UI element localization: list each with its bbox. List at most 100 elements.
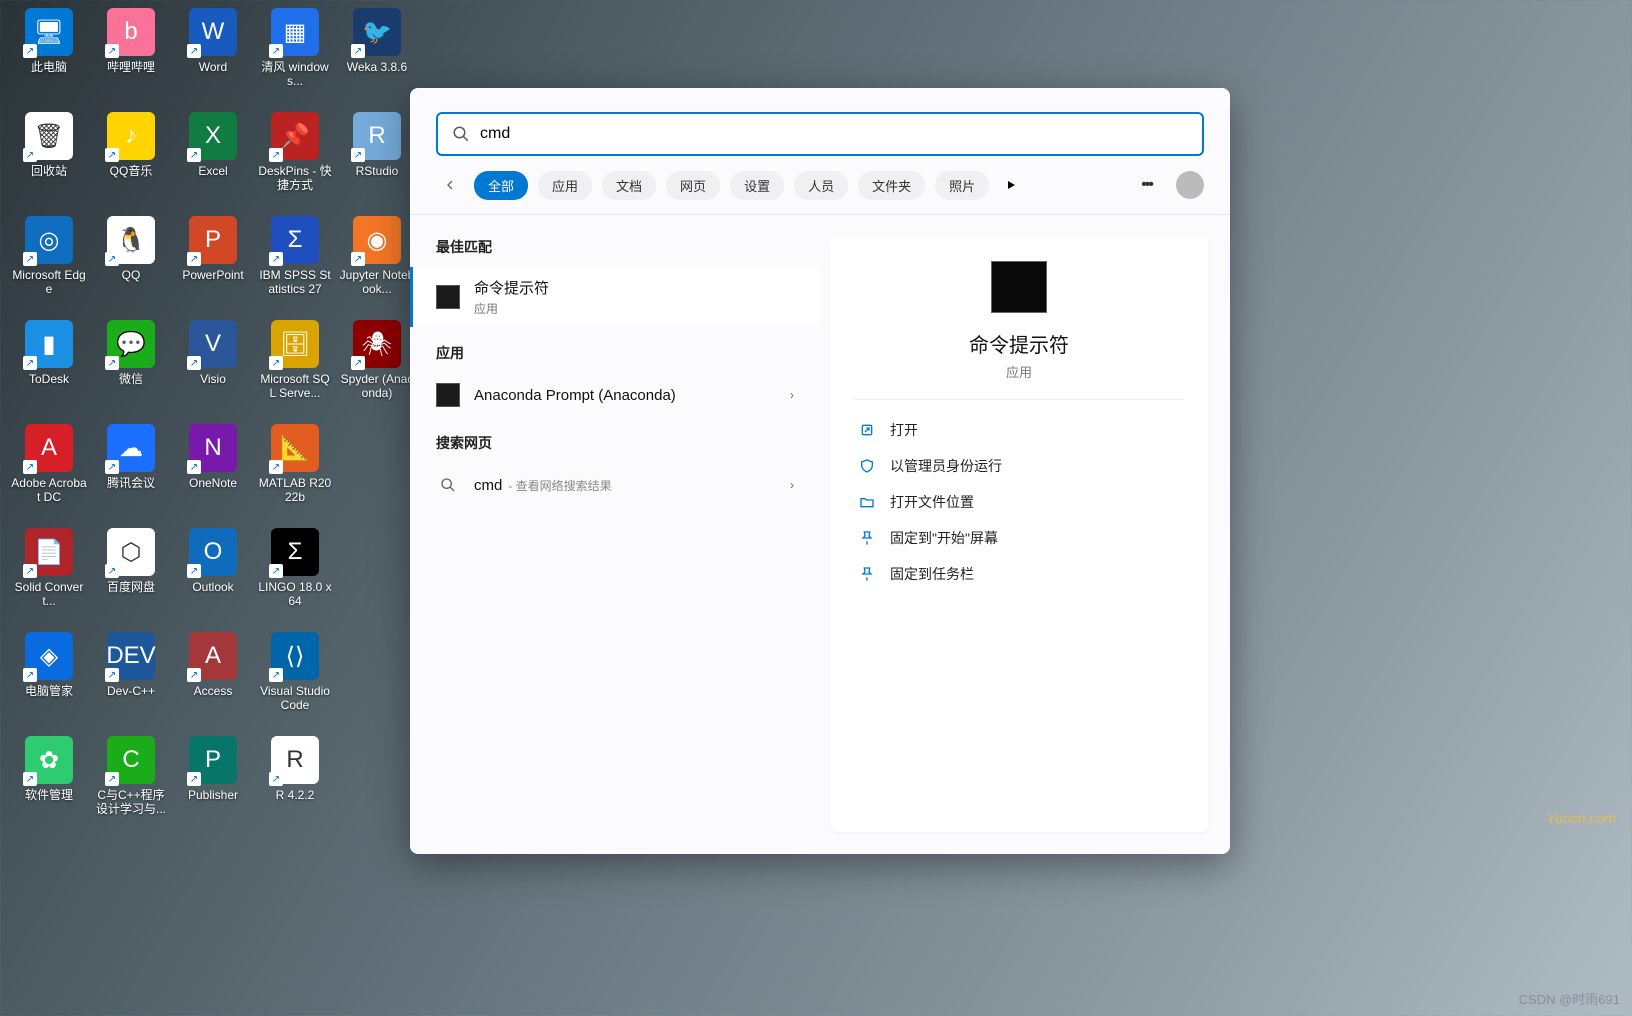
result-best-match[interactable]: 命令提示符 应用 [410, 267, 820, 327]
app-icon: 🕷 [353, 320, 401, 368]
back-button[interactable] [436, 171, 464, 199]
action-label: 固定到"开始"屏幕 [890, 528, 998, 548]
app-icon: ✿ [25, 736, 73, 784]
result-app-anaconda[interactable]: Anaconda Prompt (Anaconda) › [410, 373, 820, 417]
preview-actions: 打开以管理员身份运行打开文件位置固定到"开始"屏幕固定到任务栏 [854, 399, 1184, 592]
search-tabs: 全部应用文档网页设置人员文件夹照片 ••• [410, 170, 1230, 215]
results-column: 最佳匹配 命令提示符 应用 应用 Anaconda Prompt (Anacon… [410, 215, 820, 854]
watermark-csdn: CSDN @时雨691 [1519, 989, 1620, 1008]
shield-icon [858, 457, 876, 475]
desktop-icon[interactable]: NOneNote [172, 424, 254, 524]
icon-label: Outlook [175, 580, 251, 594]
desktop-icon[interactable]: 🐦Weka 3.8.6 [336, 8, 418, 108]
search-icon [436, 473, 460, 497]
desktop-icon[interactable]: CC与C++程序设计学习与... [90, 736, 172, 836]
result-title: Anaconda Prompt (Anaconda) [474, 387, 790, 404]
app-icon: V [189, 320, 237, 368]
app-icon: W [189, 8, 237, 56]
desktop-icon[interactable]: b 哔哩哔哩 [90, 8, 172, 108]
chevron-right-icon: › [790, 388, 794, 402]
icon-label: 电脑管家 [11, 684, 87, 698]
desktop-icon[interactable]: 🐧QQ [90, 216, 172, 316]
app-icon: 🐦 [353, 8, 401, 56]
desktop-icon[interactable]: ◉Jupyter Notebook... [336, 216, 418, 316]
icon-label: Word [175, 60, 251, 74]
search-icon [452, 125, 470, 143]
app-icon: 📌 [271, 112, 319, 160]
tab-照片[interactable]: 照片 [935, 171, 989, 200]
icon-label: RStudio [339, 164, 415, 178]
app-icon: A [189, 632, 237, 680]
action-shield[interactable]: 以管理员身份运行 [854, 448, 1184, 484]
tab-设置[interactable]: 设置 [730, 171, 784, 200]
desktop-icon[interactable]: 🖥此电脑 [8, 8, 90, 108]
action-pin[interactable]: 固定到任务栏 [854, 556, 1184, 592]
result-web-search[interactable]: cmd- 查看网络搜索结果 › [410, 463, 820, 507]
desktop-icon[interactable]: 📌 DeskPins - 快捷方式 [254, 112, 336, 212]
more-tabs[interactable] [999, 173, 1023, 197]
desktop-icon[interactable]: OOutlook [172, 528, 254, 628]
tab-网页[interactable]: 网页 [666, 171, 720, 200]
desktop-icon[interactable]: RRStudio [336, 112, 418, 212]
desktop-icon[interactable]: ◈ 电脑管家 [8, 632, 90, 732]
desktop-icon[interactable]: ▦清风 windows... [254, 8, 336, 108]
app-icon: C [107, 736, 155, 784]
desktop-icon[interactable]: ▮ToDesk [8, 320, 90, 420]
search-bar[interactable] [436, 112, 1204, 156]
desktop-icon[interactable]: 🗄Microsoft SQL Serve... [254, 320, 336, 420]
tab-文件夹[interactable]: 文件夹 [858, 171, 925, 200]
app-icon: b [107, 8, 155, 56]
desktop-icon[interactable]: 📄Solid Convert... [8, 528, 90, 628]
desktop-icon[interactable]: ΣLINGO 18.0 x64 [254, 528, 336, 628]
desktop-icon[interactable]: 📐MATLAB R2022b [254, 424, 336, 524]
desktop-icon[interactable]: ◎Microsoft Edge [8, 216, 90, 316]
app-icon: P [189, 216, 237, 264]
desktop-icon[interactable]: XExcel [172, 112, 254, 212]
app-icon: DEV [107, 632, 155, 680]
app-icon: ◉ [353, 216, 401, 264]
desktop-icon[interactable]: AAccess [172, 632, 254, 732]
icon-label: Visual Studio Code [257, 684, 333, 712]
app-icon: 🖥 [25, 8, 73, 56]
icon-label: Microsoft SQL Serve... [257, 372, 333, 400]
tab-文档[interactable]: 文档 [602, 171, 656, 200]
desktop-icon[interactable]: 🗑回收站 [8, 112, 90, 212]
section-apps: 应用 [410, 339, 820, 373]
desktop-icon[interactable]: ✿软件管理 [8, 736, 90, 836]
tab-全部[interactable]: 全部 [474, 171, 528, 200]
action-pin[interactable]: 固定到"开始"屏幕 [854, 520, 1184, 556]
desktop-icon[interactable]: PPublisher [172, 736, 254, 836]
desktop-icon[interactable]: V Visio [172, 320, 254, 420]
app-icon: 🐧 [107, 216, 155, 264]
desktop-icon[interactable]: DEVDev-C++ [90, 632, 172, 732]
icon-label: Visio [175, 372, 251, 386]
desktop-icon[interactable]: AAdobe Acrobat DC [8, 424, 90, 524]
tab-人员[interactable]: 人员 [794, 171, 848, 200]
desktop-icon[interactable]: ⟨⟩Visual Studio Code [254, 632, 336, 732]
options-button[interactable]: ••• [1135, 170, 1158, 200]
desktop-icon[interactable]: ☁腾讯会议 [90, 424, 172, 524]
desktop-icon[interactable]: PPowerPoint [172, 216, 254, 316]
action-folder[interactable]: 打开文件位置 [854, 484, 1184, 520]
app-icon: 💬 [107, 320, 155, 368]
desktop-icon[interactable]: ⬡百度网盘 [90, 528, 172, 628]
app-icon: Σ [271, 216, 319, 264]
icon-label: ToDesk [11, 372, 87, 386]
tab-应用[interactable]: 应用 [538, 171, 592, 200]
desktop-icon[interactable]: W Word [172, 8, 254, 108]
account-avatar[interactable] [1176, 171, 1204, 199]
watermark-yucn: Yuucn.com [1546, 810, 1616, 826]
action-open[interactable]: 打开 [854, 412, 1184, 448]
app-icon: Σ [271, 528, 319, 576]
desktop-icon[interactable]: ΣIBM SPSS Statistics 27 [254, 216, 336, 316]
desktop-icon[interactable]: 🕷Spyder (Anaconda) [336, 320, 418, 420]
desktop-icon[interactable]: RR 4.2.2 [254, 736, 336, 836]
icon-label: 哔哩哔哩 [93, 60, 169, 74]
pin-icon [858, 565, 876, 583]
icon-label: DeskPins - 快捷方式 [257, 164, 333, 192]
search-input[interactable] [480, 125, 1188, 143]
desktop-icon[interactable]: ♪QQ音乐 [90, 112, 172, 212]
desktop-icon[interactable]: 💬微信 [90, 320, 172, 420]
app-icon: ◈ [25, 632, 73, 680]
icon-label: Publisher [175, 788, 251, 802]
